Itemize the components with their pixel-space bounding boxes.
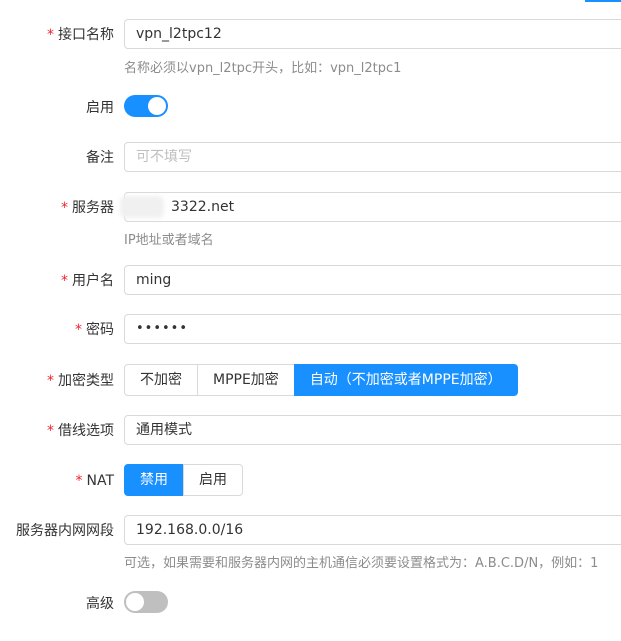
advanced-label: 高级 (86, 596, 114, 612)
toggle-knob (126, 593, 144, 611)
required-marker: * (61, 200, 68, 216)
enable-toggle[interactable] (124, 95, 168, 117)
remark-input[interactable]: 可不填写 (124, 142, 621, 172)
required-marker: * (75, 322, 82, 338)
interface-name-hint: 名称必须以vpn_l2tpc开头，比如：vpn_l2tpc1 (124, 61, 402, 76)
encryption-option-mppe[interactable]: MPPE加密 (197, 364, 295, 396)
top-accent-line (585, 0, 621, 2)
nat-radio-group: 禁用 启用 (124, 464, 243, 496)
required-marker: * (47, 27, 54, 43)
server-hint: IP地址或者域名 (124, 233, 214, 248)
nat-option-enable[interactable]: 启用 (183, 464, 243, 496)
encryption-option-auto[interactable]: 自动（不加密或者MPPE加密） (293, 364, 518, 396)
required-marker: * (61, 273, 68, 289)
interface-name-input[interactable]: vpn_l2tpc12 (124, 19, 621, 49)
advanced-toggle[interactable] (124, 591, 168, 613)
encryption-radio-group: 不加密 MPPE加密 自动（不加密或者MPPE加密） (124, 364, 518, 396)
server-input[interactable]: 3322.net (124, 192, 621, 222)
remark-label: 备注 (86, 150, 114, 166)
password-input[interactable]: •••••• (124, 314, 621, 344)
server-label: * 服务器 (61, 200, 114, 216)
password-label: * 密码 (75, 322, 114, 338)
username-label: * 用户名 (61, 273, 114, 289)
required-marker: * (75, 473, 83, 489)
encryption-option-none[interactable]: 不加密 (124, 364, 198, 396)
username-input[interactable]: ming (124, 265, 621, 295)
encryption-label: * 加密类型 (47, 373, 114, 389)
server-subnet-hint: 可选，如果需要和服务器内网的主机通信必须要设置格式为：A.B.C.D/N，例如：… (124, 556, 599, 571)
nat-option-disable[interactable]: 禁用 (124, 464, 184, 496)
required-marker: * (47, 423, 54, 439)
server-subnet-input[interactable]: 192.168.0.0/16 (124, 515, 621, 545)
redacted-blur (120, 196, 164, 218)
line-option-label: * 借线选项 (47, 423, 114, 439)
line-option-select[interactable]: 通用模式 (124, 415, 621, 445)
toggle-knob (148, 97, 166, 115)
interface-name-label: * 接口名称 (47, 27, 114, 43)
nat-label: * NAT (75, 473, 114, 489)
server-subnet-label: 服务器内网网段 (16, 523, 114, 539)
required-marker: * (47, 373, 54, 389)
enable-label: 启用 (86, 100, 114, 116)
